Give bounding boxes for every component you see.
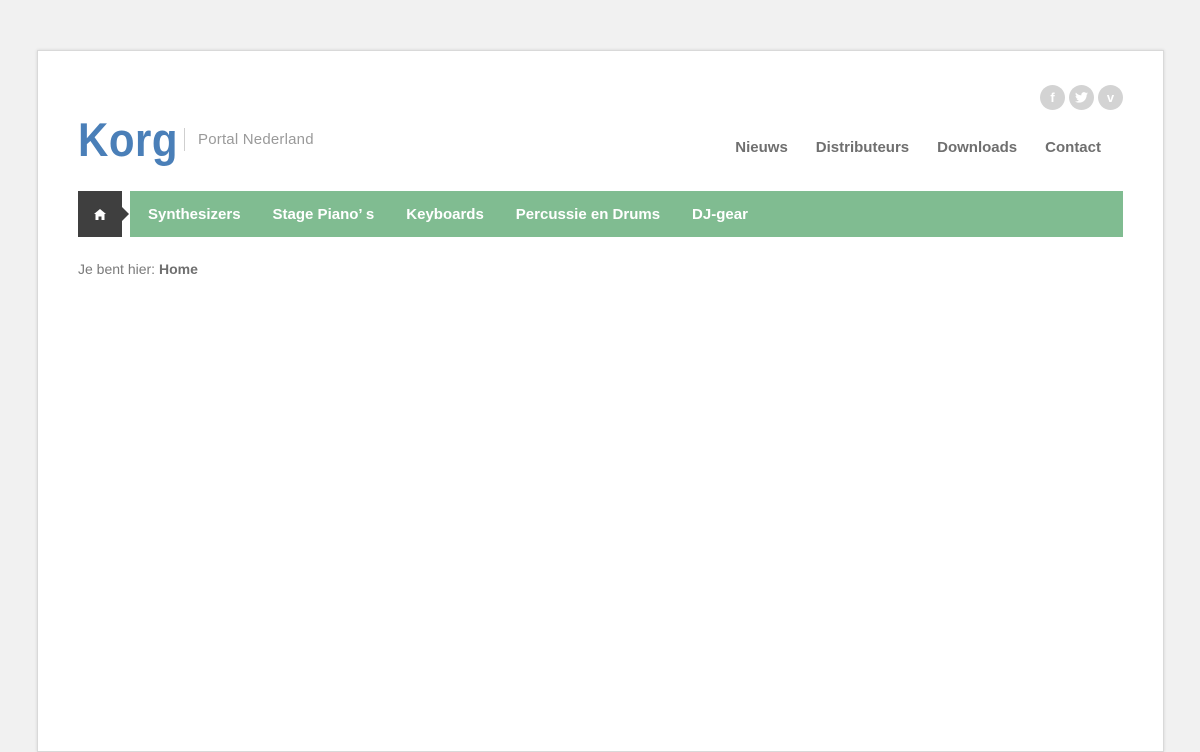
logo-divider bbox=[184, 128, 185, 151]
top-nav-contact[interactable]: Contact bbox=[1045, 139, 1101, 156]
category-bar: Synthesizers Stage Piano’ s Keyboards Pe… bbox=[130, 191, 1123, 237]
korg-logo[interactable]: Korg bbox=[78, 116, 178, 164]
facebook-icon[interactable]: f bbox=[1040, 85, 1065, 110]
top-nav-distributeurs[interactable]: Distributeurs bbox=[816, 139, 909, 156]
home-button[interactable] bbox=[78, 191, 129, 237]
nav-percussie-en-drums[interactable]: Percussie en Drums bbox=[516, 206, 660, 223]
home-icon bbox=[94, 208, 106, 220]
page-container: f v Korg Portal Nederland Nieuws Distrib… bbox=[37, 50, 1164, 752]
nav-keyboards[interactable]: Keyboards bbox=[406, 206, 484, 223]
facebook-glyph: f bbox=[1050, 90, 1055, 105]
nav-stage-pianos[interactable]: Stage Piano’ s bbox=[273, 206, 375, 223]
site-tagline: Portal Nederland bbox=[198, 131, 314, 148]
top-navigation: Nieuws Distributeurs Downloads Contact bbox=[735, 139, 1101, 156]
main-navigation: Synthesizers Stage Piano’ s Keyboards Pe… bbox=[78, 191, 1123, 237]
vimeo-icon[interactable]: v bbox=[1098, 85, 1123, 110]
breadcrumb-home-link[interactable]: Home bbox=[159, 261, 198, 277]
top-nav-nieuws[interactable]: Nieuws bbox=[735, 139, 788, 156]
top-nav-downloads[interactable]: Downloads bbox=[937, 139, 1017, 156]
social-links: f v bbox=[1040, 85, 1123, 110]
breadcrumb: Je bent hier: Home bbox=[78, 261, 198, 277]
nav-dj-gear[interactable]: DJ-gear bbox=[692, 206, 748, 223]
breadcrumb-prefix: Je bent hier: bbox=[78, 261, 156, 277]
twitter-bird-icon bbox=[1075, 92, 1088, 103]
twitter-icon[interactable] bbox=[1069, 85, 1094, 110]
nav-synthesizers[interactable]: Synthesizers bbox=[148, 206, 241, 223]
vimeo-glyph: v bbox=[1106, 90, 1115, 105]
